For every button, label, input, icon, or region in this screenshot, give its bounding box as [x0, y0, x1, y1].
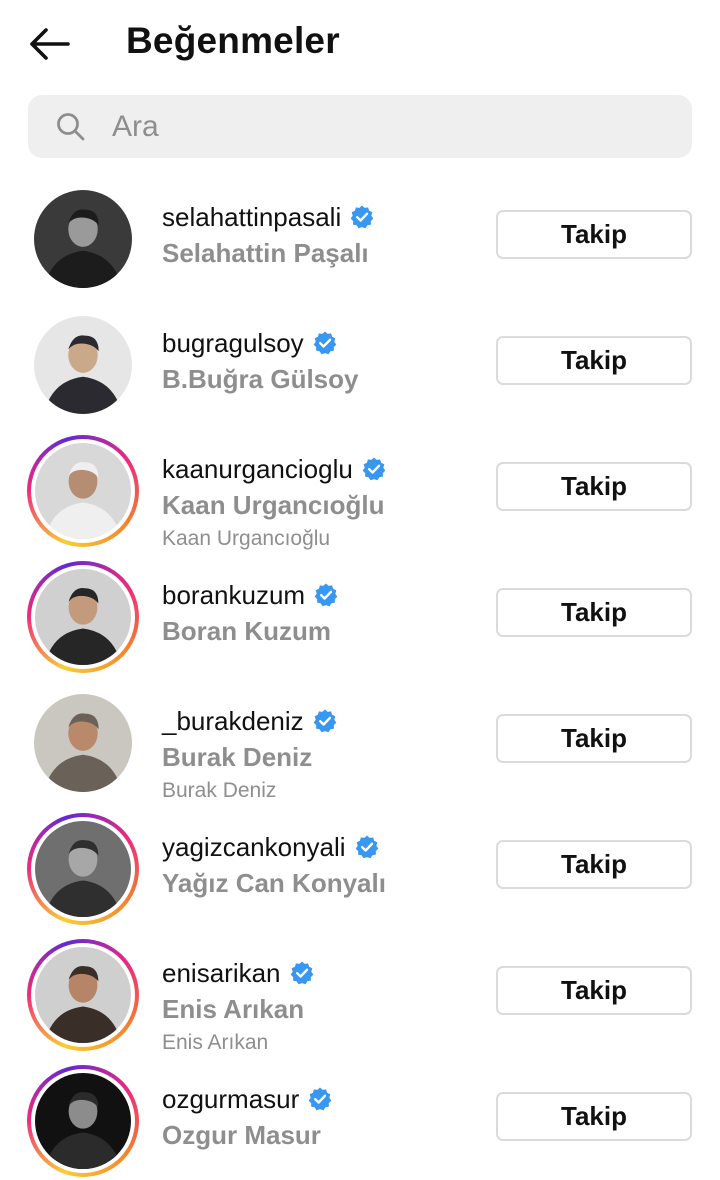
verified-badge-icon [312, 708, 338, 734]
username[interactable]: enisarikan [162, 958, 281, 989]
arrow-left-icon[interactable] [28, 28, 70, 60]
list-item: kaanurgancioglu Kaan Urgancıoğlu Kaan Ur… [0, 424, 720, 550]
user-info[interactable]: _burakdeniz Burak Deniz Burak Deniz [162, 704, 482, 803]
avatar [35, 569, 131, 665]
avatar [34, 316, 132, 414]
user-info[interactable]: ozgurmasur Ozgur Masur [162, 1082, 482, 1151]
verified-badge-icon [289, 960, 315, 986]
secondary-name: Burak Deniz [162, 779, 277, 802]
profile-photo [34, 190, 132, 288]
avatar [34, 190, 132, 288]
avatar-button[interactable] [27, 561, 139, 673]
verified-badge-icon [313, 582, 339, 608]
follow-button[interactable]: Takip [496, 462, 692, 511]
list-item: _burakdeniz Burak Deniz Burak Deniz Taki… [0, 676, 720, 802]
username[interactable]: ozgurmasur [162, 1084, 299, 1115]
verified-badge-icon [361, 456, 387, 482]
username[interactable]: _burakdeniz [162, 706, 304, 737]
avatar [34, 694, 132, 792]
username[interactable]: bugragulsoy [162, 328, 304, 359]
username-line: _burakdeniz [162, 704, 482, 738]
full-name: Selahattin Paşalı [162, 238, 369, 268]
profile-photo [35, 947, 131, 1043]
full-name: Enis Arıkan [162, 994, 305, 1024]
username-line: selahattinpasali [162, 200, 482, 234]
full-name: Burak Deniz [162, 742, 313, 772]
full-name: B.Buğra Gülsoy [162, 364, 359, 394]
profile-photo [34, 316, 132, 414]
search-icon [56, 112, 86, 142]
follow-button[interactable]: Takip [496, 714, 692, 763]
profile-photo [35, 1073, 131, 1169]
avatar-button[interactable] [27, 1065, 139, 1177]
verified-badge-icon [312, 330, 338, 356]
user-info[interactable]: borankuzum Boran Kuzum [162, 578, 482, 647]
full-name: Kaan Urgancıoğlu [162, 490, 385, 520]
avatar [35, 443, 131, 539]
list-item: selahattinpasali Selahattin Paşalı Takip [0, 172, 720, 298]
secondary-name: Enis Arıkan [162, 1031, 269, 1054]
profile-photo [35, 569, 131, 665]
avatar [35, 821, 131, 917]
follow-button[interactable]: Takip [496, 336, 692, 385]
username[interactable]: kaanurgancioglu [162, 454, 353, 485]
username-line: ozgurmasur [162, 1082, 482, 1116]
full-name: Ozgur Masur [162, 1120, 321, 1150]
avatar-button[interactable] [27, 813, 139, 925]
user-info[interactable]: yagizcankonyali Yağız Can Konyalı [162, 830, 482, 899]
follow-button[interactable]: Takip [496, 1092, 692, 1141]
list-item: ozgurmasur Ozgur Masur Takip [0, 1054, 720, 1180]
follow-button[interactable]: Takip [496, 588, 692, 637]
username[interactable]: selahattinpasali [162, 202, 341, 233]
user-info[interactable]: kaanurgancioglu Kaan Urgancıoğlu Kaan Ur… [162, 452, 482, 551]
avatar-button[interactable] [27, 435, 139, 547]
list-item: enisarikan Enis Arıkan Enis Arıkan Takip [0, 928, 720, 1054]
secondary-name: Kaan Urgancıoğlu [162, 527, 331, 550]
verified-badge-icon [349, 204, 375, 230]
page-title: Beğenmeler [126, 20, 340, 61]
full-name: Yağız Can Konyalı [162, 868, 386, 898]
verified-badge-icon [354, 834, 380, 860]
profile-photo [34, 694, 132, 792]
back-button[interactable] [24, 22, 74, 66]
list-item: bugragulsoy B.Buğra Gülsoy Takip [0, 298, 720, 424]
username[interactable]: borankuzum [162, 580, 305, 611]
avatar-button[interactable] [27, 183, 139, 295]
username-line: bugragulsoy [162, 326, 482, 360]
search-input[interactable] [112, 101, 672, 152]
follow-button[interactable]: Takip [496, 966, 692, 1015]
list-item: yagizcankonyali Yağız Can Konyalı Takip [0, 802, 720, 928]
username-line: enisarikan [162, 956, 482, 990]
list-item: borankuzum Boran Kuzum Takip [0, 550, 720, 676]
user-info[interactable]: bugragulsoy B.Buğra Gülsoy [162, 326, 482, 395]
user-info[interactable]: selahattinpasali Selahattin Paşalı [162, 200, 482, 269]
username-line: kaanurgancioglu [162, 452, 482, 486]
verified-badge-icon [307, 1086, 333, 1112]
user-info[interactable]: enisarikan Enis Arıkan Enis Arıkan [162, 956, 482, 1055]
avatar-button[interactable] [27, 309, 139, 421]
follow-button[interactable]: Takip [496, 210, 692, 259]
username-line: borankuzum [162, 578, 482, 612]
search-bar[interactable] [28, 95, 692, 158]
avatar [35, 947, 131, 1043]
username-line: yagizcankonyali [162, 830, 482, 864]
follow-button[interactable]: Takip [496, 840, 692, 889]
profile-photo [35, 443, 131, 539]
avatar-button[interactable] [27, 687, 139, 799]
header-bar: Beğenmeler [0, 0, 720, 88]
likes-list: selahattinpasali Selahattin Paşalı Takip [0, 172, 720, 1180]
full-name: Boran Kuzum [162, 616, 331, 646]
profile-photo [35, 821, 131, 917]
avatar-button[interactable] [27, 939, 139, 1051]
avatar [35, 1073, 131, 1169]
username[interactable]: yagizcankonyali [162, 832, 346, 863]
